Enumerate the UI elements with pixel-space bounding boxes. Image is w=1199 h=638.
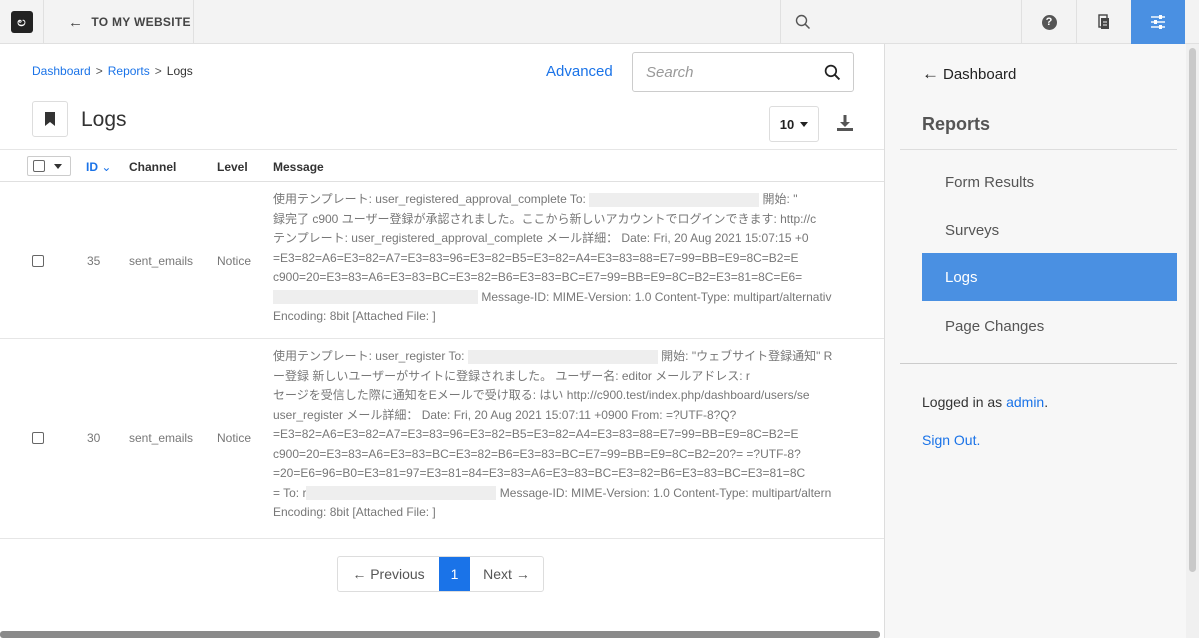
divider <box>900 149 1177 150</box>
logo-button[interactable]: ಲ <box>0 0 44 44</box>
message-line: = To: r Message-ID: MIME-Version: 1.0 Co… <box>273 485 832 501</box>
message-line: セージを受信した際に通知をEメールで受け取る: はい http://c900.t… <box>273 388 810 402</box>
redacted-text <box>467 349 658 364</box>
select-all-checkbox[interactable] <box>33 160 45 172</box>
message-line: 使用テンプレート: user_registered_approval_compl… <box>273 192 798 207</box>
message-line: 録完了 c900 ユーザー登録が承認されました。ここから新しいアカウントでログイ… <box>273 211 817 226</box>
message-line: Encoding: 8bit [Attached File: ] <box>273 309 436 323</box>
row-level: Notice <box>217 254 252 268</box>
download-icon <box>837 115 853 131</box>
breadcrumb-dashboard[interactable]: Dashboard <box>32 64 91 78</box>
caret-down-icon <box>800 121 809 127</box>
breadcrumb-reports[interactable]: Reports <box>108 64 150 78</box>
advanced-search-link[interactable]: Advanced <box>546 63 613 80</box>
message-line: Message-ID: MIME-Version: 1.0 Content-Ty… <box>273 288 884 308</box>
panel-item-logs[interactable]: Logs <box>922 253 1177 301</box>
chevron-down-icon: ⌄ <box>101 160 112 174</box>
download-button[interactable] <box>836 114 854 135</box>
search-icon <box>795 14 811 30</box>
search-placeholder: Search <box>646 64 694 81</box>
to-my-website-label: TO MY WEBSITE <box>91 15 191 29</box>
help-button[interactable]: ? <box>1021 0 1076 44</box>
message-line: テンプレート: user_registered_approval_complet… <box>273 231 809 245</box>
message-line: ー登録 新しいユーザーがサイトに登録されました。 ユーザー名: editor メ… <box>273 368 750 383</box>
message-line: =E3=82=A6=E3=82=A7=E3=83=96=E3=82=B5=E3=… <box>273 427 799 441</box>
message-line: c900=20=E3=83=A6=E3=83=BC=E3=82=B6=E3=83… <box>273 270 803 284</box>
vertical-scrollbar-thumb[interactable] <box>1189 48 1196 572</box>
message-line: 使用テンプレート: user_register To: 開始: "ウェブサイト登… <box>273 349 833 364</box>
logged-in-status: Logged in as admin. <box>922 394 1049 410</box>
row-checkbox[interactable] <box>32 432 44 444</box>
next-page-button[interactable]: Next → <box>470 557 543 591</box>
column-header-message: Message <box>273 160 324 174</box>
breadcrumb: Dashboard > Reports > Logs <box>32 64 193 78</box>
logo-icon: ಲ <box>10 11 33 33</box>
row-channel: sent_emails <box>129 431 194 445</box>
select-all-dropdown[interactable] <box>27 156 71 176</box>
redacted-text <box>273 290 478 305</box>
redacted-text <box>589 192 760 207</box>
search-icon[interactable] <box>824 64 841 81</box>
caret-down-icon <box>54 163 62 169</box>
user-link[interactable]: admin <box>1006 394 1044 410</box>
to-my-website-button[interactable]: ← TO MY WEBSITE <box>44 0 194 44</box>
items-per-page-dropdown[interactable]: 10 <box>769 106 819 142</box>
sliders-icon <box>1151 15 1165 29</box>
row-message: 使用テンプレート: user_register To: 開始: "ウェブサイト登… <box>273 347 884 523</box>
message-line: =20=E6=96=B0=E3=81=97=E3=81=84=E3=83=A6=… <box>273 466 806 480</box>
page-list-button[interactable] <box>1076 0 1131 44</box>
pagination: ← Previous 1 Next → <box>337 556 544 592</box>
row-id: 35 <box>87 254 101 268</box>
message-line: user_register メール詳細： Date: Fri, 20 Aug 2… <box>273 407 737 422</box>
table-header: ID ⌄ Channel Level Message <box>0 149 884 182</box>
bookmark-icon <box>32 101 68 137</box>
table-row[interactable]: 35 sent_emails Notice 使用テンプレート: user_reg… <box>0 182 884 339</box>
row-message: 使用テンプレート: user_registered_approval_compl… <box>273 190 884 327</box>
top-toolbar: ಲ ← TO MY WEBSITE ? <box>0 0 1199 44</box>
row-checkbox[interactable] <box>32 255 44 267</box>
panel-item-surveys[interactable]: Surveys <box>922 206 1177 254</box>
arrow-left-icon: ← <box>922 64 939 83</box>
horizontal-scrollbar[interactable] <box>0 631 880 638</box>
row-level: Notice <box>217 431 252 445</box>
divider <box>900 363 1177 364</box>
help-icon: ? <box>1041 14 1057 30</box>
message-line: =E3=82=A6=E3=82=A7=E3=83=96=E3=82=B5=E3=… <box>273 250 799 265</box>
row-id: 30 <box>87 431 101 445</box>
column-header-id[interactable]: ID ⌄ <box>86 160 111 174</box>
row-channel: sent_emails <box>129 254 194 268</box>
column-header-level: Level <box>217 160 248 174</box>
back-to-dashboard-label: Dashboard <box>943 65 1017 83</box>
current-page-button[interactable]: 1 <box>439 557 470 591</box>
toolbar-search[interactable] <box>780 0 1021 44</box>
page-title: Logs <box>81 108 127 131</box>
panel-item-page-changes[interactable]: Page Changes <box>922 302 1177 350</box>
settings-button[interactable] <box>1131 0 1185 44</box>
search-input[interactable]: Search <box>632 52 854 92</box>
table-row[interactable]: 30 sent_emails Notice 使用テンプレート: user_reg… <box>0 339 884 539</box>
sign-out-link[interactable]: Sign Out. <box>922 432 980 448</box>
document-icon <box>1098 14 1109 29</box>
arrow-left-icon: ← <box>68 13 84 31</box>
breadcrumb-logs: Logs <box>166 64 193 78</box>
redacted-text <box>306 486 497 501</box>
previous-page-button[interactable]: ← Previous <box>338 557 439 591</box>
back-to-dashboard-link[interactable]: ← Dashboard <box>922 64 1016 84</box>
reports-side-panel: ← Dashboard Reports Form Results Surveys … <box>884 44 1186 638</box>
items-per-page-value: 10 <box>779 116 795 132</box>
message-line: c900=20=E3=83=A6=E3=83=BC=E3=82=B6=E3=83… <box>273 446 801 461</box>
column-header-channel: Channel <box>129 160 177 174</box>
panel-section-title: Reports <box>922 114 991 134</box>
message-line: Encoding: 8bit [Attached File: ] <box>273 505 436 519</box>
panel-item-form-results[interactable]: Form Results <box>922 158 1177 206</box>
